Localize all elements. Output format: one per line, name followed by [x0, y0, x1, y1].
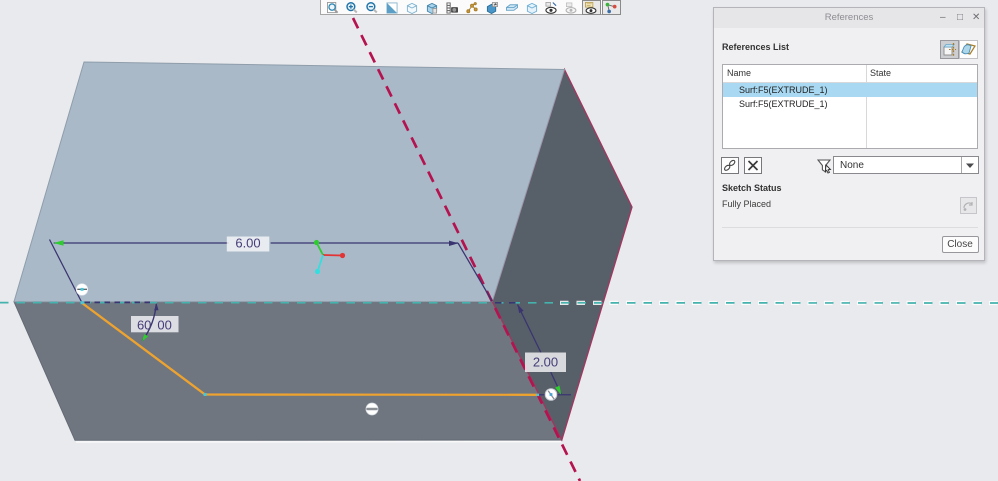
- svg-text:60: 60: [137, 318, 151, 333]
- svg-text:2.00: 2.00: [533, 355, 558, 370]
- svg-text:6.00: 6.00: [235, 236, 260, 251]
- svg-text:00: 00: [157, 318, 171, 333]
